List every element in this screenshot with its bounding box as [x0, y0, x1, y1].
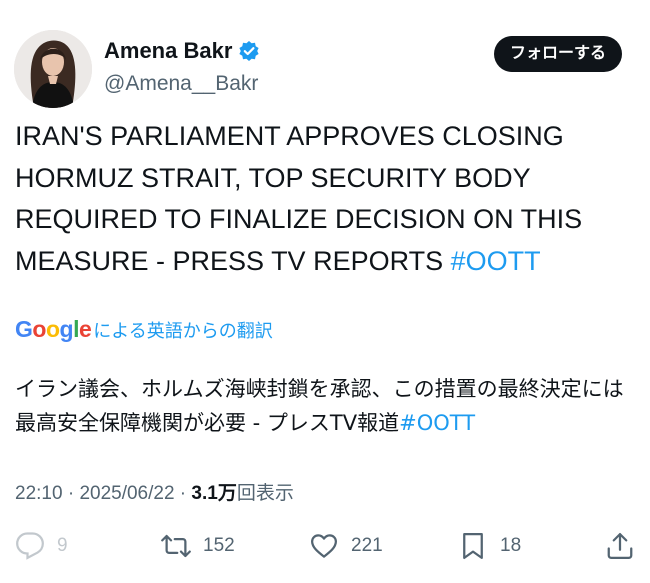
- translation-attribution[interactable]: Google による英語からの翻訳: [15, 316, 273, 343]
- tweet-time[interactable]: 22:10: [15, 483, 63, 504]
- bookmark-count: 18: [500, 535, 522, 556]
- reply-button[interactable]: 9: [15, 528, 68, 564]
- views-label: 回表示: [236, 483, 294, 504]
- reply-icon: [16, 532, 44, 560]
- follow-button[interactable]: フォローする: [493, 36, 622, 72]
- reply-count: 9: [57, 535, 68, 556]
- bookmark-icon: [463, 533, 483, 559]
- tweet-date[interactable]: 2025/06/22: [79, 483, 174, 504]
- google-logo: Google: [15, 316, 92, 342]
- repost-icon: [161, 534, 191, 558]
- name-row: Amena Bakr: [104, 38, 260, 64]
- meta-separator-2: ·: [174, 483, 192, 504]
- verified-badge-icon: [238, 40, 260, 62]
- share-icon: [607, 533, 633, 559]
- tweet-text: IRAN'S PARLIAMENT APPROVES CLOSING HORMU…: [15, 116, 635, 282]
- views-count: 3.1万: [191, 483, 237, 504]
- translated-body: イラン議会、ホルムズ海峡封鎖を承認、この措置の最終決定には最高安全保障機関が必要…: [15, 377, 624, 435]
- profile-photo: [14, 30, 92, 108]
- meta-separator: ·: [62, 483, 80, 504]
- tweet-meta: 22:10 · 2025/06/22 · 3.1万回表示: [15, 478, 294, 505]
- repost-button[interactable]: 152: [161, 528, 235, 564]
- action-bar: 9 152 221 18: [15, 528, 637, 564]
- translated-hashtag-link[interactable]: #OOTT: [399, 411, 475, 435]
- hashtag-link[interactable]: #OOTT: [451, 246, 541, 276]
- avatar[interactable]: [14, 30, 92, 108]
- user-handle[interactable]: @Amena__Bakr: [104, 72, 258, 96]
- share-button[interactable]: [605, 528, 635, 564]
- translated-text: イラン議会、ホルムズ海峡封鎖を承認、この措置の最終決定には最高安全保障機関が必要…: [15, 372, 635, 440]
- translation-label[interactable]: による英語からの翻訳: [93, 317, 272, 343]
- heart-icon: [311, 534, 337, 558]
- bookmark-button[interactable]: 18: [458, 528, 521, 564]
- tweet-header: Amena Bakr @Amena__Bakr フォローする: [14, 30, 636, 110]
- like-count: 221: [351, 535, 383, 556]
- display-name[interactable]: Amena Bakr: [104, 38, 232, 64]
- like-button[interactable]: 221: [309, 528, 383, 564]
- repost-count: 152: [203, 535, 235, 556]
